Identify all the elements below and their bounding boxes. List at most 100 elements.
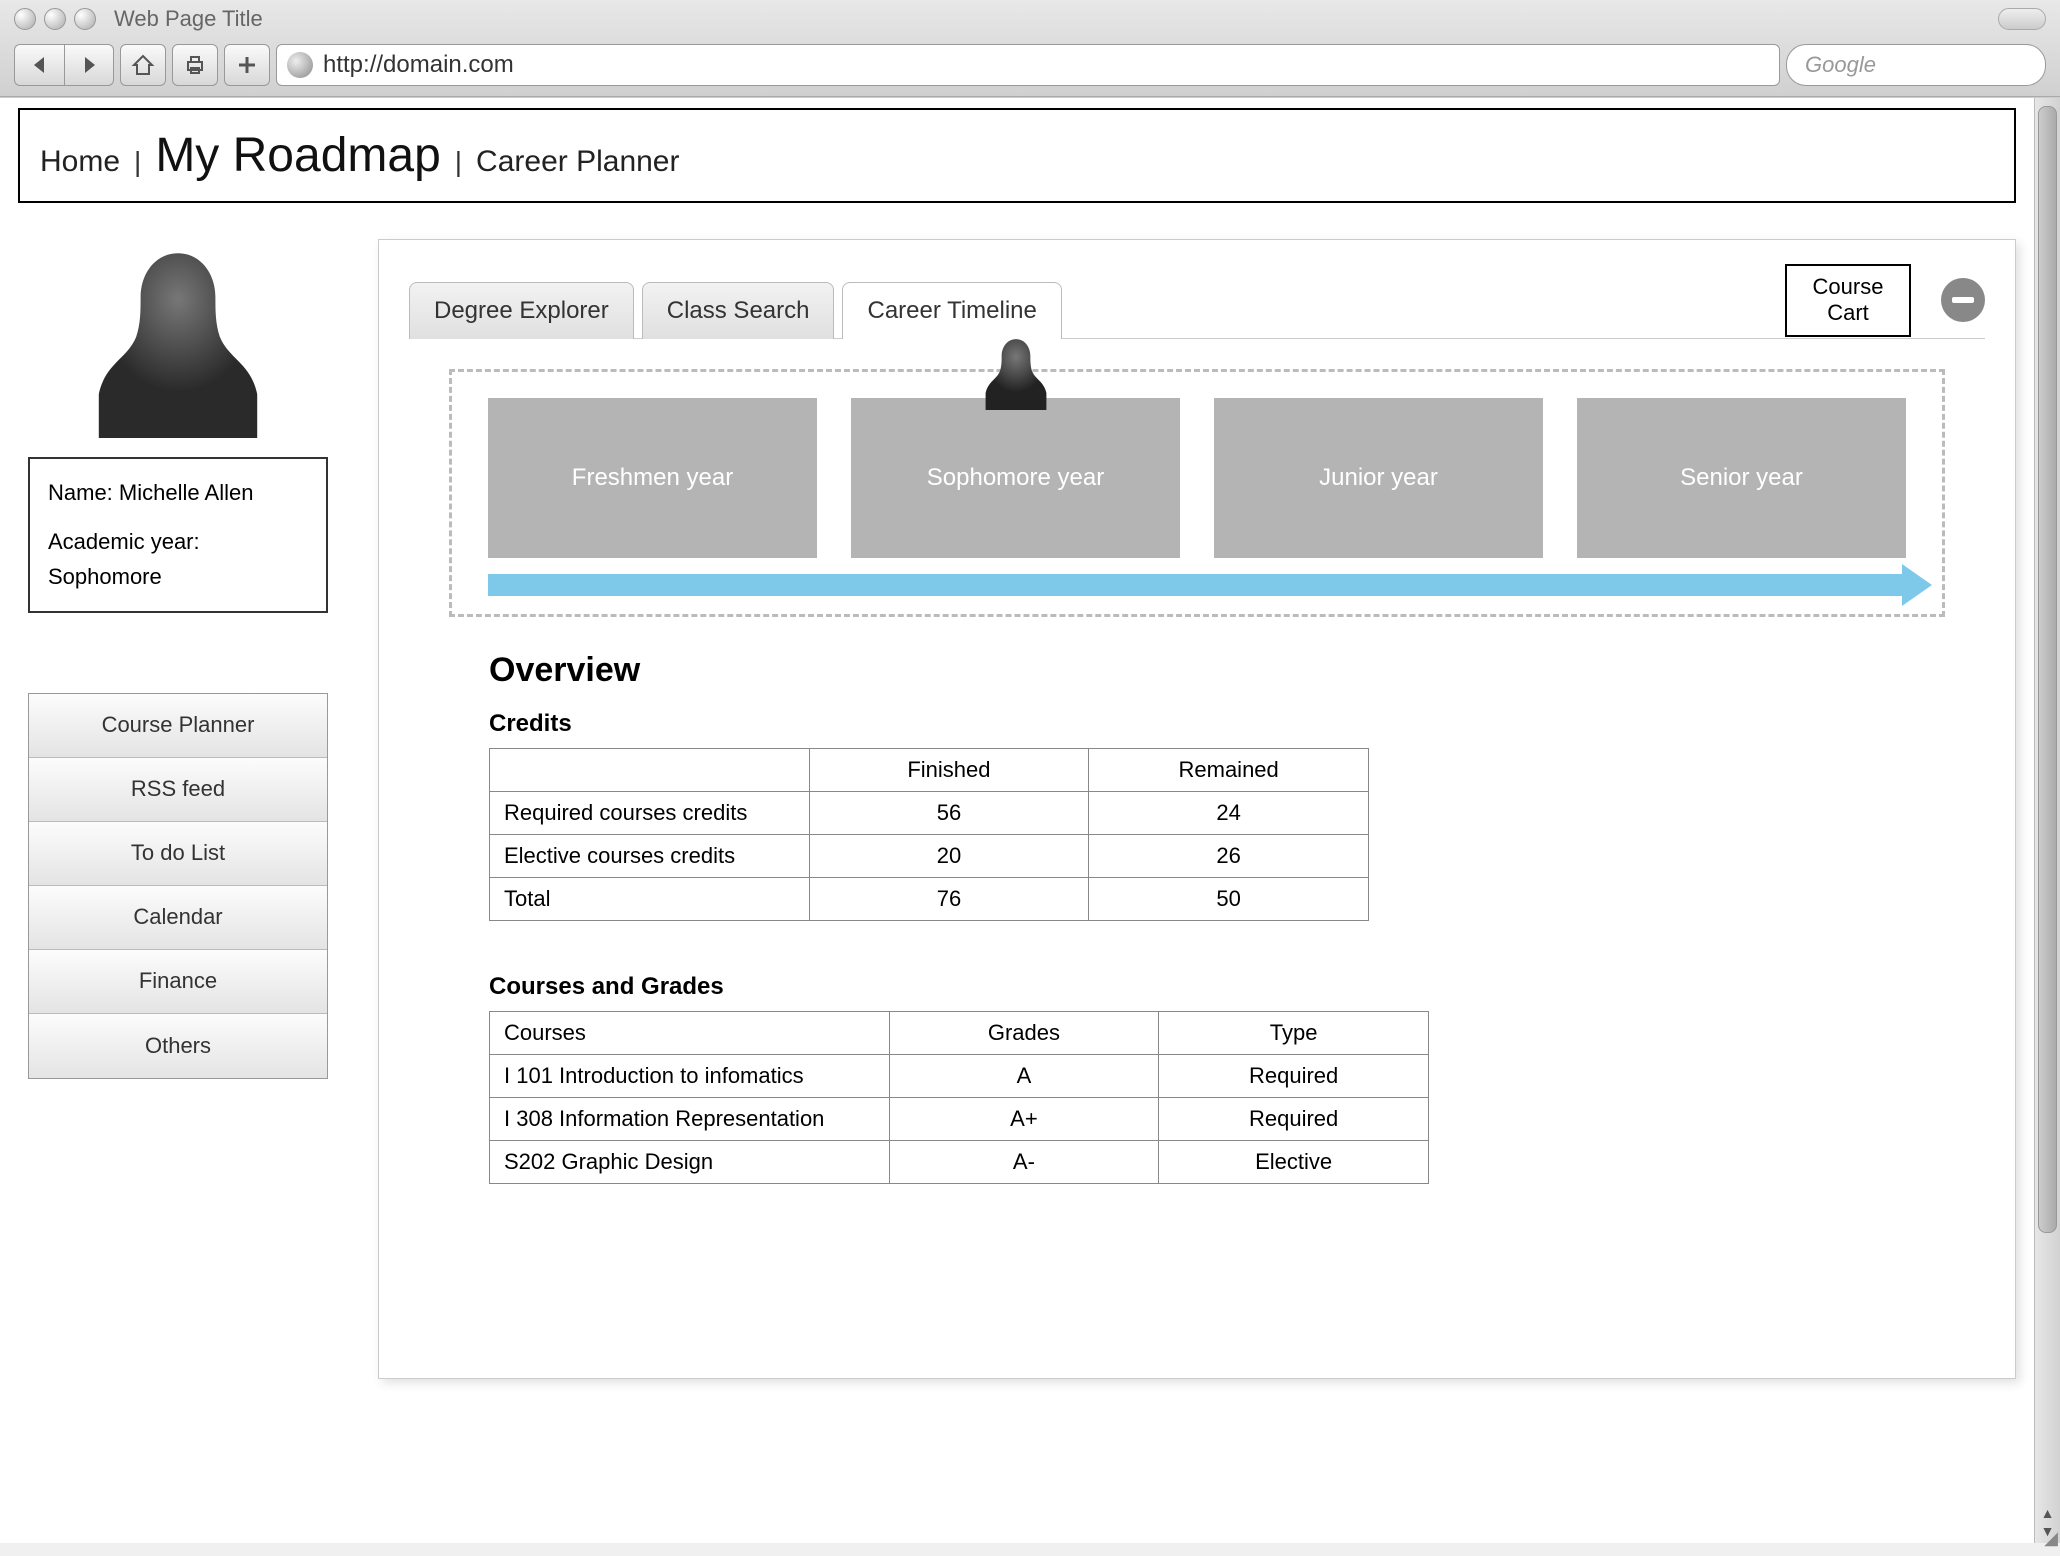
forward-button[interactable] — [64, 44, 114, 86]
table-cell: I 308 Information Representation — [490, 1098, 890, 1141]
table-cell: 20 — [809, 835, 1089, 878]
course-cart-button[interactable]: Course Cart — [1785, 264, 1911, 337]
profile-name-label: Name: — [48, 480, 113, 505]
breadcrumb-item-career-planner[interactable]: Career Planner — [476, 145, 679, 179]
table-cell: Elective — [1159, 1141, 1429, 1184]
scroll-up-icon: ▲ — [2041, 1505, 2055, 1521]
table-cell: Required — [1159, 1098, 1429, 1141]
table-cell: 50 — [1089, 878, 1369, 921]
tabs: Degree Explorer Class Search Career Time… — [409, 282, 1062, 339]
breadcrumb-separator: | — [134, 146, 141, 178]
courses-table: Courses Grades Type I 101 Introduction t… — [489, 1011, 1429, 1184]
person-silhouette-icon — [68, 239, 288, 439]
globe-icon — [287, 52, 313, 78]
table-row: Total 76 50 — [490, 878, 1369, 921]
year-card-freshmen[interactable]: Freshmen year — [488, 398, 817, 558]
collapse-button[interactable] — [1941, 278, 1985, 322]
profile-year-label: Academic year: — [48, 524, 308, 559]
year-label: Sophomore year — [927, 464, 1104, 492]
courses-heading: Courses and Grades — [489, 973, 1905, 1001]
window-zoom-button[interactable] — [74, 8, 96, 30]
print-button[interactable] — [172, 44, 218, 86]
year-card-sophomore[interactable]: Sophomore year — [851, 398, 1180, 558]
table-cell: Required — [1159, 1055, 1429, 1098]
overview-heading: Overview — [489, 651, 1905, 690]
sidebar-item-label: Finance — [139, 968, 217, 994]
table-header-row: Finished Remained — [490, 749, 1369, 792]
sidebar-item-rss-feed[interactable]: RSS feed — [29, 758, 327, 822]
add-button[interactable] — [224, 44, 270, 86]
home-button[interactable] — [120, 44, 166, 86]
table-header-cell: Type — [1159, 1012, 1429, 1055]
url-bar[interactable]: http://domain.com — [276, 44, 1780, 86]
print-icon — [183, 53, 207, 77]
table-cell: I 101 Introduction to infomatics — [490, 1055, 890, 1098]
sidebar-item-calendar[interactable]: Calendar — [29, 886, 327, 950]
back-icon — [30, 55, 50, 75]
credits-heading: Credits — [489, 710, 1905, 738]
sidebar-item-finance[interactable]: Finance — [29, 950, 327, 1014]
tab-label: Class Search — [667, 297, 810, 324]
profile-name-value: Michelle Allen — [119, 480, 254, 505]
table-cell: 56 — [809, 792, 1089, 835]
year-label: Freshmen year — [572, 464, 733, 492]
table-header-cell: Courses — [490, 1012, 890, 1055]
profile-avatar — [68, 239, 288, 439]
forward-icon — [79, 55, 99, 75]
year-card-junior[interactable]: Junior year — [1214, 398, 1543, 558]
resize-grip[interactable]: ◢ — [2044, 1535, 2058, 1541]
sidebar-item-course-planner[interactable]: Course Planner — [29, 694, 327, 758]
table-cell: A+ — [889, 1098, 1159, 1141]
breadcrumb-item-home[interactable]: Home — [40, 145, 120, 179]
page-title: Web Page Title — [114, 6, 263, 32]
credits-table: Finished Remained Required courses credi… — [489, 748, 1369, 921]
breadcrumb: Home | My Roadmap | Career Planner — [18, 108, 2016, 203]
table-cell: A- — [889, 1141, 1159, 1184]
table-row: Elective courses credits 20 26 — [490, 835, 1369, 878]
table-header-row: Courses Grades Type — [490, 1012, 1429, 1055]
sidebar-item-label: To do List — [131, 840, 225, 866]
year-card-senior[interactable]: Senior year — [1577, 398, 1906, 558]
current-year-marker — [973, 334, 1059, 410]
table-cell: 76 — [809, 878, 1089, 921]
window-titlebar: Web Page Title — [0, 0, 2060, 38]
window-minimize-button[interactable] — [44, 8, 66, 30]
sidebar-item-todo-list[interactable]: To do List — [29, 822, 327, 886]
scrollbar-thumb[interactable] — [2038, 106, 2057, 1233]
sidebar: Name: Michelle Allen Academic year: Soph… — [18, 239, 338, 1079]
viewport: Home | My Roadmap | Career Planner Name:… — [0, 97, 2060, 1543]
tab-class-search[interactable]: Class Search — [642, 282, 835, 339]
tab-label: Degree Explorer — [434, 297, 609, 324]
breadcrumb-item-my-roadmap[interactable]: My Roadmap — [155, 128, 440, 183]
url-text: http://domain.com — [323, 51, 514, 79]
table-cell: A — [889, 1055, 1159, 1098]
plus-icon — [236, 54, 258, 76]
sidebar-item-label: Calendar — [133, 904, 222, 930]
window-close-button[interactable] — [14, 8, 36, 30]
breadcrumb-separator: | — [455, 146, 462, 178]
sidebar-item-label: Course Planner — [102, 712, 255, 738]
table-row: I 101 Introduction to infomatics A Requi… — [490, 1055, 1429, 1098]
table-cell: 26 — [1089, 835, 1369, 878]
timeline-arrow — [488, 574, 1906, 596]
window-pill-button[interactable] — [1998, 8, 2046, 30]
window-controls — [14, 8, 96, 30]
table-row: Required courses credits 56 24 — [490, 792, 1369, 835]
course-cart-label: Course Cart — [1803, 274, 1893, 327]
table-header-cell: Finished — [809, 749, 1089, 792]
scrollbar[interactable]: ▲ ▼ — [2034, 98, 2060, 1543]
browser-toolbar: http://domain.com Google — [0, 38, 2060, 96]
sidebar-item-others[interactable]: Others — [29, 1014, 327, 1078]
search-placeholder: Google — [1805, 52, 1876, 78]
table-cell: Required courses credits — [490, 792, 810, 835]
table-cell: S202 Graphic Design — [490, 1141, 890, 1184]
table-cell: Elective courses credits — [490, 835, 810, 878]
timeline: Freshmen year Sophomore year — [449, 369, 1945, 617]
tab-degree-explorer[interactable]: Degree Explorer — [409, 282, 634, 339]
table-cell: 24 — [1089, 792, 1369, 835]
profile-year-value: Sophomore — [48, 559, 308, 594]
main-panel: Degree Explorer Class Search Career Time… — [378, 239, 2016, 1379]
search-field[interactable]: Google — [1786, 44, 2046, 86]
tab-career-timeline[interactable]: Career Timeline — [842, 282, 1061, 339]
back-button[interactable] — [14, 44, 64, 86]
